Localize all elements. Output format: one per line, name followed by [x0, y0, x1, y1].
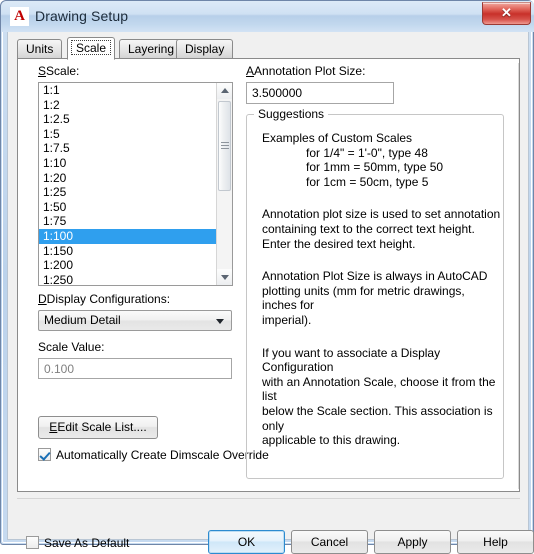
tab-scale[interactable]: Scale [67, 37, 116, 60]
tab-strip: Units Scale Layering Display [17, 37, 517, 60]
display-config-label: DDisplay Configurations: [38, 292, 171, 306]
edit-scale-list-button[interactable]: EEdit Scale List.... [38, 416, 158, 439]
chevron-down-icon [216, 319, 224, 324]
list-item[interactable]: 1:2.5 [39, 112, 216, 127]
annotation-plot-size-label-text: Annotation Plot Size: [254, 64, 366, 78]
tab-units-label: Units [26, 42, 54, 56]
scale-list-scrollbar[interactable] [216, 83, 232, 285]
list-item[interactable]: 1:5 [39, 127, 216, 142]
edit-scale-list-label: Edit Scale List.... [57, 420, 147, 434]
scale-value-input[interactable] [38, 358, 232, 379]
scroll-down-button[interactable] [217, 269, 232, 285]
display-config-label-text: Display Configurations: [46, 292, 171, 306]
tab-layering-label: Layering [128, 42, 175, 56]
list-item[interactable]: 1:10 [39, 156, 216, 171]
suggestions-paragraph-line: applicable to this drawing. [262, 433, 401, 448]
suggestions-text: Examples of Custom Scales for 1/4" = 1'-… [262, 131, 502, 448]
suggestions-paragraph-line: below the Scale section. This associatio… [262, 403, 493, 433]
list-item[interactable]: 1:20 [39, 171, 216, 186]
list-item[interactable]: 1:2 [39, 98, 216, 113]
list-item[interactable]: 1:25 [39, 185, 216, 200]
close-icon: ✕ [501, 5, 512, 20]
grip-icon [220, 142, 229, 150]
window-title: Drawing Setup [35, 8, 129, 24]
suggestions-paragraph-line: with an Annotation Scale, choose it from… [262, 374, 496, 404]
list-item[interactable]: 1:150 [39, 244, 216, 259]
scale-value-label: Scale Value: [38, 340, 105, 354]
drawing-setup-dialog: A Drawing Setup ✕ Units Scale Layering D… [0, 0, 534, 554]
save-as-default-checkbox[interactable]: Save As Default [26, 536, 129, 550]
chevron-down-icon [220, 275, 229, 280]
suggestions-paragraph-line: plotting units (mm for metric drawings, … [262, 283, 465, 313]
scale-listbox[interactable]: 1:1 1:2 1:2.5 1:5 1:7.5 1:10 1:20 1:25 1… [38, 82, 233, 286]
suggestions-paragraph-line: If you want to associate a Display Confi… [262, 345, 441, 375]
suggestions-paragraph-line: imperial). [262, 312, 312, 327]
annotation-plot-size-input[interactable] [246, 82, 394, 104]
suggestions-paragraph-line: Annotation Plot Size is always in AutoCA… [262, 269, 488, 284]
list-item[interactable]: 1:200 [39, 258, 216, 273]
apply-label: Apply [397, 535, 428, 549]
dialog-client-area: Units Scale Layering Display SScale: 1:1… [7, 32, 534, 554]
close-button[interactable]: ✕ [482, 2, 531, 25]
chevron-up-icon [220, 88, 229, 93]
scale-list-items: 1:1 1:2 1:2.5 1:5 1:7.5 1:10 1:20 1:25 1… [39, 83, 216, 285]
list-item[interactable]: 1:75 [39, 214, 216, 229]
suggestions-paragraph-line: Enter the desired text height. [262, 236, 416, 251]
cancel-button[interactable]: Cancel [291, 530, 368, 554]
list-item[interactable]: 1:1 [39, 83, 216, 98]
list-item-selected[interactable]: 1:100 [39, 228, 216, 244]
tab-focus-rect [71, 40, 112, 55]
checkbox-checked-icon [38, 448, 51, 461]
list-item[interactable]: 1:250 [39, 273, 216, 285]
apply-button[interactable]: Apply [374, 530, 451, 554]
annotation-plot-size-label: AAnnotation Plot Size: [246, 64, 366, 78]
scale-list-label-text: Scale: [46, 64, 80, 78]
suggestions-example: for 1mm = 50mm, type 50 [306, 160, 444, 175]
list-item[interactable]: 1:7.5 [39, 141, 216, 156]
tab-display-label: Display [185, 42, 225, 56]
tab-display[interactable]: Display [176, 39, 234, 59]
dimscale-override-checkbox[interactable]: Automatically Create Dimscale Override [38, 448, 269, 462]
scroll-up-button[interactable] [217, 83, 232, 99]
bottom-separator [17, 498, 520, 499]
scale-list-label: SScale: [38, 64, 80, 78]
suggestions-heading: Examples of Custom Scales [262, 131, 413, 145]
help-button[interactable]: Help [457, 530, 534, 554]
display-config-value: Medium Detail [44, 313, 121, 327]
scale-tab-panel: SScale: 1:1 1:2 1:2.5 1:5 1:7.5 1:10 1:2… [17, 58, 520, 492]
suggestions-example: for 1/4" = 1'-0", type 48 [306, 145, 428, 160]
display-config-combobox[interactable]: Medium Detail [38, 310, 232, 331]
suggestions-example: for 1cm = 50cm, type 5 [306, 174, 429, 189]
suggestions-paragraph-line: Annotation plot size is used to set anno… [262, 207, 501, 222]
tab-layering[interactable]: Layering [119, 39, 184, 59]
title-bar[interactable]: A Drawing Setup ✕ [1, 1, 534, 32]
ok-button[interactable]: OK [208, 530, 285, 554]
checkbox-unchecked-icon [26, 536, 39, 549]
suggestions-paragraph-line: containing text to the correct text heig… [262, 221, 475, 236]
list-item[interactable]: 1:50 [39, 200, 216, 215]
dimscale-override-label: Automatically Create Dimscale Override [56, 448, 269, 462]
panel-divider [518, 63, 519, 489]
autocad-logo-icon: A [10, 7, 29, 26]
suggestions-group-title: Suggestions [254, 107, 329, 121]
save-as-default-label: Save As Default [44, 536, 130, 550]
tab-units[interactable]: Units [17, 39, 63, 59]
scrollbar-thumb[interactable] [218, 101, 231, 191]
